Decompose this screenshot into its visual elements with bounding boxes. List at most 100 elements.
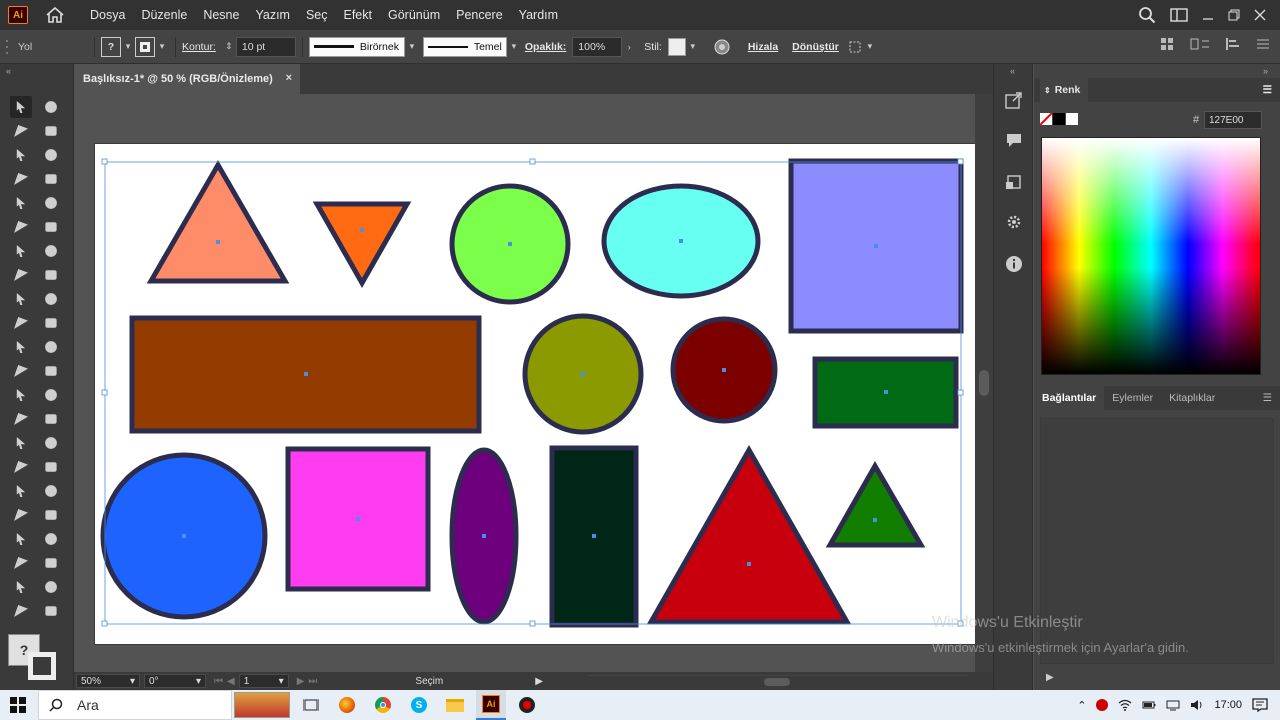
status-menu-arrow-icon[interactable]: ▶ xyxy=(535,676,543,687)
chevron-down-icon[interactable]: ▾ xyxy=(405,41,419,52)
workspace-switcher-icon[interactable] xyxy=(1170,8,1188,22)
panel-menu-icon[interactable]: ☰ xyxy=(1263,84,1272,96)
chevron-down-icon[interactable]: ▾ xyxy=(155,41,169,52)
fill-stroke-widget[interactable]: ? xyxy=(8,634,58,680)
tool-zoom-icon[interactable] xyxy=(40,264,62,286)
canvas[interactable] xyxy=(74,94,975,672)
menu-dosya[interactable]: Dosya xyxy=(82,0,133,30)
triangle-green[interactable] xyxy=(825,460,926,548)
zoom-field[interactable]: 50% ▾ xyxy=(76,674,140,688)
color-spectrum[interactable] xyxy=(1041,137,1261,375)
tool-lasso-icon[interactable] xyxy=(40,168,62,190)
artboard[interactable] xyxy=(95,144,975,644)
horizontal-scrollbar[interactable] xyxy=(588,675,968,687)
brush-style-select[interactable]: Temel xyxy=(422,36,507,57)
prev-artboard-icon[interactable]: ◀ xyxy=(227,676,235,687)
tab-links[interactable]: Bağlantılar xyxy=(1034,386,1105,410)
tab-actions[interactable]: Eylemler xyxy=(1104,392,1161,404)
tool-reshape-icon[interactable] xyxy=(40,336,62,358)
tool-eraser-icon[interactable] xyxy=(10,192,32,214)
tool-selection-icon[interactable] xyxy=(10,96,32,118)
align-button[interactable]: Hizala xyxy=(748,41,778,53)
notifications-icon[interactable] xyxy=(1252,698,1268,712)
export-icon[interactable] xyxy=(1004,90,1024,110)
collapse-right-panel-icon[interactable]: » xyxy=(1263,66,1268,76)
chevron-down-icon[interactable]: ▾ xyxy=(121,41,135,52)
menu-sec[interactable]: Seç xyxy=(298,0,336,30)
restore-icon[interactable] xyxy=(1228,9,1240,21)
artboards-icon[interactable] xyxy=(1004,172,1024,192)
tool-crop-icon[interactable] xyxy=(10,480,32,502)
recolor-icon[interactable] xyxy=(712,37,732,57)
white-swatch[interactable] xyxy=(1066,113,1078,125)
tool-gradient-icon[interactable] xyxy=(10,216,32,238)
chrome-icon[interactable] xyxy=(368,690,398,720)
firefox-icon[interactable] xyxy=(332,690,362,720)
tool-shape-builder-icon[interactable] xyxy=(40,240,62,262)
recorder-icon[interactable] xyxy=(512,690,542,720)
battery-icon[interactable] xyxy=(1142,699,1156,711)
collapse-panel-icon[interactable]: « xyxy=(6,66,11,76)
menu-duzenle[interactable]: Düzenle xyxy=(133,0,195,30)
tool-scissors-icon[interactable] xyxy=(40,528,62,550)
style-swatch[interactable] xyxy=(667,37,686,56)
document-tab[interactable]: Başlıksız-1* @ 50 % (RGB/Önizleme) × xyxy=(74,64,300,94)
hex-input[interactable]: 127E00 xyxy=(1204,111,1262,129)
skype-icon[interactable]: S xyxy=(404,690,434,720)
file-explorer-icon[interactable] xyxy=(440,690,470,720)
fill-swatch[interactable]: ? xyxy=(101,36,121,57)
menu-gorunum[interactable]: Görünüm xyxy=(380,0,448,30)
opacity-label[interactable]: Opaklık: xyxy=(525,41,566,53)
artboard-number-field[interactable]: 1 ▾ xyxy=(238,674,289,688)
status-mode[interactable]: Seçim xyxy=(415,676,443,687)
first-artboard-icon[interactable]: ⏮ xyxy=(214,676,223,687)
tool-stacked-graph-icon[interactable] xyxy=(10,576,32,598)
chevron-down-icon[interactable]: ▾ xyxy=(507,41,521,52)
tool-bar-graph-icon[interactable] xyxy=(40,552,62,574)
stepper-icon[interactable]: ⇕ xyxy=(222,41,236,52)
taskbar-clock[interactable]: 17:00 xyxy=(1214,699,1242,711)
vertical-scrollbar-thumb[interactable] xyxy=(979,370,989,396)
tool-pen-icon[interactable] xyxy=(10,120,32,142)
network-icon[interactable] xyxy=(1166,699,1180,711)
tool-paint-icon[interactable] xyxy=(10,528,32,550)
stroke-label[interactable]: Kontur: xyxy=(182,41,216,53)
menu-nesne[interactable]: Nesne xyxy=(195,0,247,30)
minimize-icon[interactable] xyxy=(1202,9,1214,21)
tool-mesh-icon[interactable] xyxy=(10,312,32,334)
tool-free-transform-icon[interactable] xyxy=(40,288,62,310)
tool-ellipse-icon[interactable] xyxy=(10,144,32,166)
tool-eyedropper-icon[interactable] xyxy=(40,216,62,238)
tool-artboard-icon[interactable] xyxy=(10,264,32,286)
transform-button[interactable]: Dönüştür xyxy=(792,41,839,53)
comments-icon[interactable] xyxy=(1004,130,1024,150)
chevron-down-icon[interactable]: ▾ xyxy=(686,41,700,52)
windows-start-icon[interactable] xyxy=(10,697,26,713)
close-tab-button[interactable]: × xyxy=(286,72,292,84)
rotation-field[interactable]: 0° ▾ xyxy=(144,674,206,688)
wifi-icon[interactable] xyxy=(1118,699,1132,711)
tool-magic-brush-icon[interactable] xyxy=(10,456,32,478)
stroke-swatch[interactable] xyxy=(135,36,155,57)
arrange-icon[interactable] xyxy=(1190,37,1210,51)
panel-menu-icon[interactable]: ☰ xyxy=(1255,392,1280,404)
tool-live-paint-icon[interactable] xyxy=(40,456,62,478)
tool-direct-selection-icon[interactable] xyxy=(40,96,62,118)
volume-icon[interactable] xyxy=(1190,699,1204,711)
close-icon[interactable] xyxy=(1254,9,1266,21)
horizontal-scrollbar-thumb[interactable] xyxy=(764,678,790,686)
taskbar-search[interactable]: Ara xyxy=(38,690,232,720)
tool-warp-icon[interactable] xyxy=(40,384,62,406)
tool-area-graph-icon[interactable] xyxy=(10,600,32,622)
tool-magic-wand-icon[interactable] xyxy=(40,192,62,214)
tab-libraries[interactable]: Kitaplıklar xyxy=(1161,392,1223,404)
tool-paintbrush-icon[interactable] xyxy=(40,144,62,166)
grid-icon[interactable] xyxy=(1160,37,1174,51)
tool-symbol-sprayer-icon[interactable] xyxy=(10,240,32,262)
tool-puppet-warp-icon[interactable] xyxy=(10,288,32,310)
tool-twirl-icon[interactable] xyxy=(10,408,32,430)
tool-line-graph-icon[interactable] xyxy=(40,576,62,598)
align-left-icon[interactable] xyxy=(1226,37,1240,51)
search-icon[interactable] xyxy=(1138,6,1156,24)
triangle-red[interactable] xyxy=(646,444,852,625)
